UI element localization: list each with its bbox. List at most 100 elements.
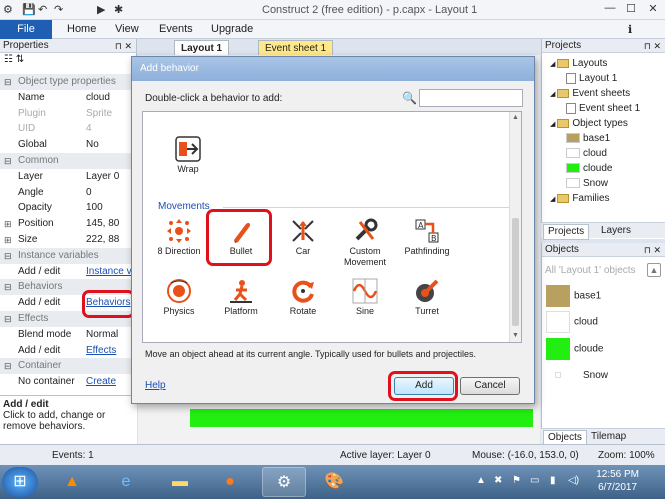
property-section[interactable]: ⊟ Common	[0, 153, 137, 169]
behavior-wrap[interactable]: Wrap	[157, 136, 219, 175]
property-link[interactable]: Create	[86, 374, 116, 390]
maximize-icon[interactable]: ☐	[621, 2, 641, 18]
behavior-search-input[interactable]	[419, 89, 523, 107]
redo-icon[interactable]: ↷	[54, 3, 63, 16]
object-item[interactable]: Snow	[546, 370, 608, 381]
vlc-tray-icon[interactable]: ▲	[476, 475, 486, 486]
property-value[interactable]: 4	[86, 121, 92, 137]
behavior-physics[interactable]: Physics	[148, 278, 210, 317]
property-value[interactable]: 222, 88	[86, 232, 119, 248]
volume-tray-icon[interactable]: ◁)	[568, 475, 579, 486]
object-item[interactable]: cloud	[546, 311, 598, 333]
run-layout-icon[interactable]: ▶	[97, 3, 105, 16]
property-row[interactable]: Plugin Sprite	[0, 106, 137, 122]
pin-icon[interactable]: ⊓ ✕	[644, 39, 661, 53]
start-button-icon[interactable]: ⊞	[2, 467, 38, 497]
behavior-list-scrollbar[interactable]: ▲ ▼	[509, 112, 521, 342]
cancel-button[interactable]: Cancel	[460, 377, 520, 395]
save-icon[interactable]: 💾	[22, 3, 36, 16]
tab-home[interactable]: Home	[67, 23, 96, 35]
property-row[interactable]: Layer Layer 0	[0, 169, 137, 185]
objects-filter[interactable]: All 'Layout 1' objects	[545, 265, 636, 276]
undo-icon[interactable]: ↶	[38, 3, 47, 16]
tree-expander-icon[interactable]: ◢	[550, 61, 557, 68]
object-item[interactable]: base1	[546, 285, 601, 307]
up-folder-icon[interactable]: ▲	[647, 263, 661, 277]
close-icon[interactable]: ✕	[643, 2, 663, 18]
tree-item[interactable]: cloude	[566, 162, 612, 176]
scroll-down-icon[interactable]: ▼	[512, 332, 519, 339]
property-row[interactable]: Add / edit Instance v	[0, 264, 137, 280]
tab-upgrade[interactable]: Upgrade	[211, 23, 253, 35]
property-section[interactable]: ⊟ Object type properties	[0, 74, 137, 90]
tree-expander-icon[interactable]: ◢	[550, 91, 557, 98]
internet-explorer-icon[interactable]: e	[104, 467, 148, 497]
help-link[interactable]: Help	[145, 380, 166, 391]
property-row[interactable]: Global No	[0, 137, 137, 153]
firefox-icon[interactable]: ●	[208, 467, 252, 497]
behavior-rotate[interactable]: Rotate	[272, 278, 334, 317]
tree-item[interactable]: ◢ Object types	[550, 117, 628, 132]
tree-item[interactable]: ◢ Event sheets	[550, 87, 630, 102]
property-row[interactable]: Add / edit Effects	[0, 343, 137, 359]
property-value[interactable]: Normal	[86, 327, 118, 343]
property-row[interactable]: Name cloud	[0, 90, 137, 106]
property-row[interactable]: No container Create	[0, 374, 137, 390]
tree-item[interactable]: cloud	[566, 147, 607, 161]
object-item[interactable]: cloude	[546, 338, 603, 360]
collapse-icon[interactable]: ⊟	[4, 311, 12, 327]
behavior-sine[interactable]: Sine	[334, 278, 396, 317]
paint-icon[interactable]: 🎨	[312, 467, 356, 497]
property-value[interactable]: 0	[86, 185, 92, 201]
tab-view[interactable]: View	[115, 23, 139, 35]
file-explorer-icon[interactable]: ▬	[158, 467, 202, 497]
tree-expander-icon[interactable]: ◢	[550, 196, 557, 203]
display-tray-icon[interactable]: ▭	[530, 475, 539, 486]
property-row[interactable]: ⊞ Size 222, 88	[0, 232, 137, 248]
help-icon[interactable]: ℹ	[628, 23, 632, 36]
tab-layers[interactable]: Layers	[597, 224, 635, 238]
vlc-icon[interactable]: ▲	[50, 467, 94, 497]
tree-item[interactable]: base1	[566, 132, 610, 146]
pin-icon[interactable]: ⊓ ✕	[115, 39, 132, 53]
tab-projects[interactable]: Projects	[543, 224, 590, 240]
property-row[interactable]: Angle 0	[0, 185, 137, 201]
tab-event-sheet-1[interactable]: Event sheet 1	[258, 40, 334, 55]
property-value[interactable]: 100	[86, 200, 103, 216]
collapse-icon[interactable]: ⊟	[4, 279, 12, 295]
behavior-custom-movement[interactable]: Custom Movement	[334, 218, 396, 268]
property-row[interactable]: UID 4	[0, 121, 137, 137]
property-value[interactable]: 145, 80	[86, 216, 119, 232]
minimize-icon[interactable]: —	[600, 2, 620, 18]
tree-item[interactable]: ◢ Families	[550, 192, 610, 207]
tab-file[interactable]: File	[0, 20, 52, 39]
cloude-object-instance[interactable]	[190, 409, 533, 427]
collapse-icon[interactable]: ⊟	[4, 153, 12, 169]
debug-icon[interactable]: ✱	[114, 3, 123, 16]
signal-tray-icon[interactable]: ▮	[550, 475, 556, 486]
property-value[interactable]: Layer 0	[86, 169, 119, 185]
scrollbar-thumb[interactable]	[512, 218, 519, 326]
tab-events[interactable]: Events	[159, 23, 193, 35]
expand-icon[interactable]: ⊞	[4, 216, 12, 232]
sort-alpha-icon[interactable]: ⇅	[16, 54, 24, 65]
network-tray-icon[interactable]: ✖	[494, 475, 502, 486]
property-row[interactable]: Opacity 100	[0, 200, 137, 216]
expand-icon[interactable]: ⊞	[4, 232, 12, 248]
property-section[interactable]: ⊟ Instance variables	[0, 247, 137, 264]
property-value[interactable]: No	[86, 137, 99, 153]
sort-categorized-icon[interactable]: ☷	[4, 54, 13, 65]
tree-item[interactable]: ◢ Layouts	[550, 57, 607, 72]
property-value[interactable]: cloud	[86, 90, 110, 106]
tree-item[interactable]: Layout 1	[566, 72, 617, 86]
collapse-icon[interactable]: ⊟	[4, 74, 12, 90]
tree-expander-icon[interactable]: ◢	[550, 121, 557, 128]
scroll-up-icon[interactable]: ▲	[512, 114, 519, 121]
property-section[interactable]: ⊟ Container	[0, 358, 137, 375]
collapse-icon[interactable]: ⊟	[4, 358, 12, 374]
behavior-pathfinding[interactable]: A B Pathfinding	[396, 218, 458, 257]
property-link[interactable]: Instance v	[86, 264, 132, 280]
behavior-eight-direction[interactable]: 8 Direction	[148, 218, 210, 257]
property-row[interactable]: Blend mode Normal	[0, 327, 137, 343]
tree-item[interactable]: Snow	[566, 177, 608, 191]
